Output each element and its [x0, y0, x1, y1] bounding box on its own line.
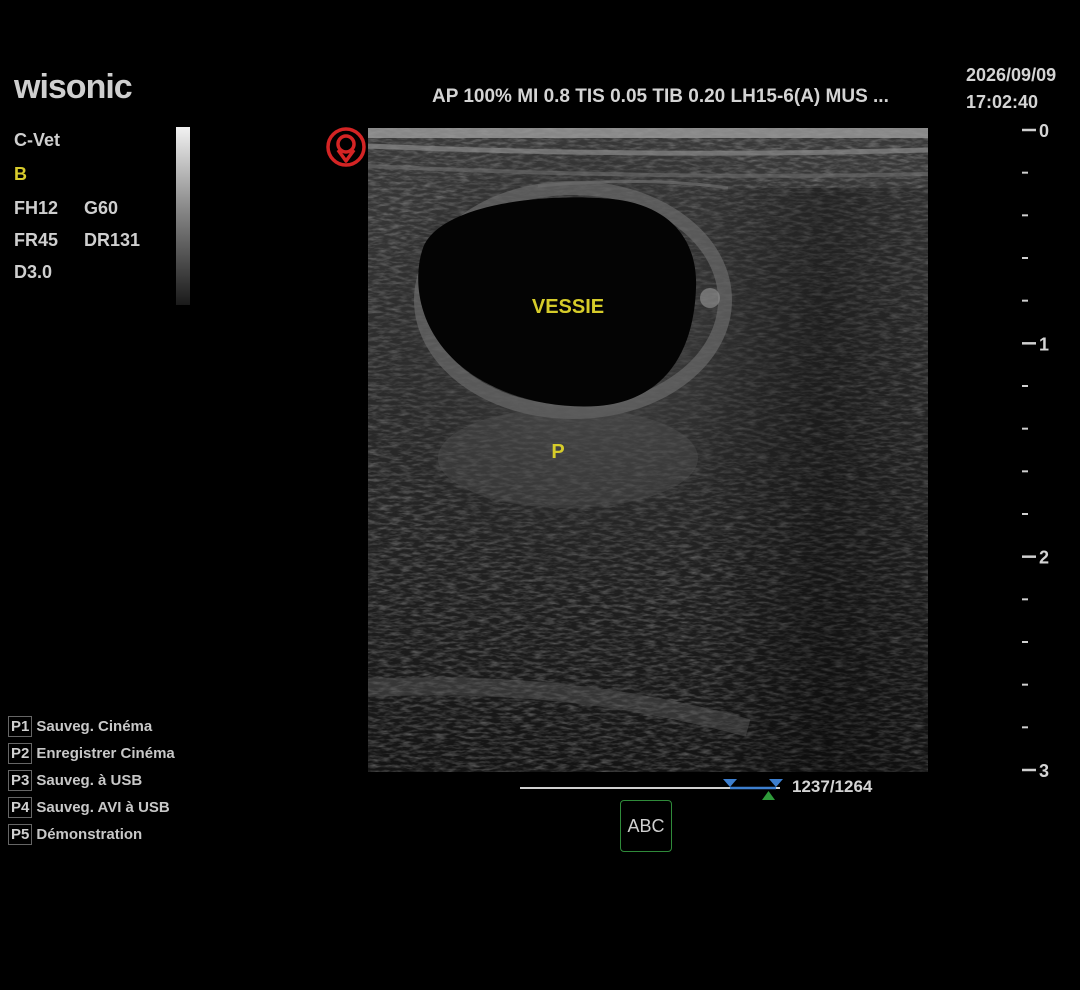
cine-start-marker[interactable]	[723, 779, 737, 787]
wisonic-logo: wisonic	[14, 68, 133, 106]
preset-key-p5[interactable]: P5 Démonstration	[8, 824, 142, 845]
preset-key-p3[interactable]: P3 Sauveg. à USB	[8, 770, 142, 791]
cine-position-marker[interactable]	[762, 791, 775, 800]
preset-key-p2[interactable]: P2 Enregistrer Cinéma	[8, 743, 175, 764]
ultrasound-image[interactable]: VESSIE P	[368, 128, 928, 772]
preset-key-p1[interactable]: P1 Sauveg. Cinéma	[8, 716, 152, 737]
prostate-label: P	[551, 441, 564, 463]
depth-label: 1	[1039, 334, 1049, 354]
imaging-mode: B	[14, 164, 27, 184]
bladder-label: VESSIE	[532, 296, 604, 318]
grayscale-bar	[176, 127, 190, 305]
probe-orientation-icon	[326, 127, 366, 167]
exam-time: 17:02:40	[966, 92, 1039, 112]
text-annotation-button[interactable]: ABC	[620, 800, 672, 852]
acoustic-output-info: AP 100% MI 0.8 TIS 0.05 TIB 0.20 LH15-6(…	[432, 86, 889, 107]
cine-frame-counter: 1237/1264	[792, 777, 873, 796]
depth-label: 3	[1039, 761, 1049, 781]
date-time: 2026/09/09 17:02:40	[966, 62, 1056, 116]
frame-rate: FR45	[14, 230, 59, 250]
depth-label: 2	[1039, 548, 1049, 568]
depth-scale: 0 1 2 3	[1022, 124, 1049, 781]
dynamic-range: DR131	[84, 230, 141, 250]
cine-end-marker[interactable]	[769, 779, 783, 787]
depth-label: 0	[1039, 124, 1049, 141]
frequency-harmonic: FH12	[14, 198, 59, 218]
gain-value: G60	[84, 198, 119, 218]
preset-key-p4[interactable]: P4 Sauveg. AVI à USB	[8, 797, 170, 818]
text-annotation-icon: ABC	[627, 815, 665, 836]
depth-value: D3.0	[14, 262, 53, 282]
application-preset: C-Vet	[14, 130, 61, 150]
exam-date: 2026/09/09	[966, 65, 1057, 85]
